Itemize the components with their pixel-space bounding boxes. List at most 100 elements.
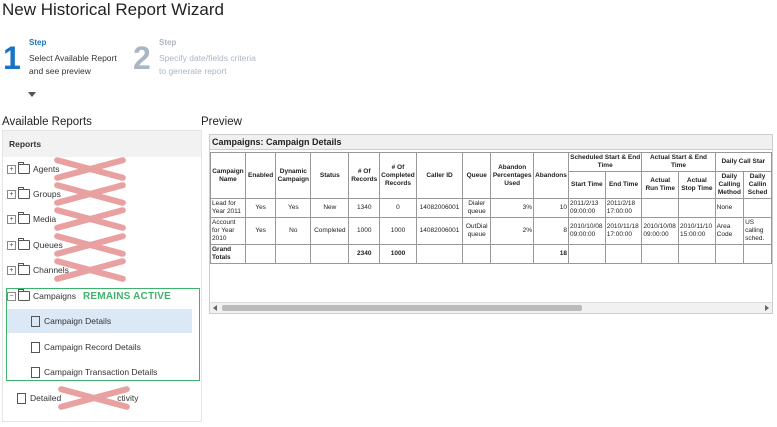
scroll-left-icon[interactable] bbox=[213, 305, 217, 311]
col-group-header: Scheduled Start & End Time bbox=[567, 152, 643, 172]
table-cell: 2010/10/08 09:00:00 bbox=[641, 217, 680, 245]
expand-icon[interactable]: + bbox=[7, 189, 16, 199]
table-cell: Dialer queue bbox=[462, 198, 492, 218]
strike-out-mark bbox=[51, 206, 129, 230]
chevron-down-icon[interactable] bbox=[28, 92, 36, 97]
document-icon bbox=[17, 392, 26, 404]
strike-out-mark bbox=[51, 232, 129, 256]
scrollbar-thumb[interactable] bbox=[222, 305, 582, 311]
col-header: Queue bbox=[462, 152, 492, 199]
col-header: Daily Calling Method bbox=[714, 171, 745, 199]
table-row: Lead for Year 2011 Yes Yes New 1340 0 14… bbox=[210, 198, 772, 218]
folder-icon bbox=[18, 212, 30, 224]
totals-label: Grand Totals bbox=[210, 244, 246, 264]
table-cell: 2010/11/18 17:00:00 bbox=[604, 217, 643, 245]
col-header: Actual Stop Time bbox=[678, 171, 716, 199]
table-cell: 2% bbox=[490, 217, 535, 245]
expand-icon[interactable]: + bbox=[7, 214, 16, 224]
scroll-right-icon[interactable] bbox=[765, 305, 769, 311]
strike-out-mark bbox=[51, 257, 129, 281]
col-header: Caller ID bbox=[415, 152, 464, 199]
totals-records: 2340 bbox=[348, 244, 381, 264]
remains-active-annotation: REMAINS ACTIVE bbox=[83, 291, 171, 302]
expand-icon[interactable]: + bbox=[7, 265, 16, 275]
available-reports-heading: Available Reports bbox=[2, 116, 92, 128]
step-1-number: 1 bbox=[3, 40, 21, 76]
table-cell: Yes bbox=[244, 217, 277, 245]
totals-row: Grand Totals 2340 1000 18 bbox=[210, 244, 772, 264]
col-header: Campaign Name bbox=[210, 152, 246, 199]
table-cell bbox=[714, 244, 745, 264]
step-2-number: 2 bbox=[133, 40, 151, 76]
col-header: Actual Run Time bbox=[641, 171, 680, 199]
table-cell bbox=[462, 244, 492, 264]
table-cell: 8 bbox=[533, 217, 569, 245]
table-cell bbox=[604, 244, 643, 264]
table-cell bbox=[415, 244, 464, 264]
table-cell: 0 bbox=[379, 198, 417, 218]
folder-icon bbox=[18, 263, 30, 275]
table-cell: Lead for Year 2011 bbox=[210, 198, 246, 218]
totals-abandons: 18 bbox=[533, 244, 569, 264]
col-group-header: Daily Call Star bbox=[714, 152, 772, 172]
folder-icon bbox=[18, 162, 30, 174]
table-cell: Account for Year 2010 bbox=[210, 217, 246, 245]
table-cell bbox=[641, 244, 680, 264]
table-cell: US calling sched. bbox=[743, 217, 772, 245]
table-cell: 14082006001 bbox=[415, 198, 464, 218]
table-cell: 2010/11/10 15:00:00 bbox=[678, 217, 716, 245]
totals-completed: 1000 bbox=[379, 244, 417, 264]
table-cell: 3% bbox=[490, 198, 535, 218]
table-cell: No bbox=[275, 217, 312, 245]
table-cell: Completed bbox=[310, 217, 350, 245]
col-header: Enabled bbox=[244, 152, 277, 199]
preview-table-title: Campaigns: Campaign Details bbox=[210, 135, 772, 150]
table-row: Account for Year 2010 Yes No Completed 1… bbox=[210, 217, 772, 245]
table-cell: 1000 bbox=[348, 217, 381, 245]
strike-out-mark bbox=[51, 181, 129, 205]
col-header: Abandons bbox=[533, 152, 569, 199]
col-header: Status bbox=[310, 152, 350, 199]
table-cell bbox=[310, 244, 350, 264]
preview-panel: Campaigns: Campaign Details Campaign Nam… bbox=[209, 134, 773, 314]
step-2-label: Step bbox=[159, 38, 177, 47]
table-cell: 2011/2/13 09:00:00 bbox=[567, 198, 606, 218]
horizontal-scrollbar[interactable] bbox=[210, 302, 772, 313]
step-1-label: Step bbox=[29, 38, 47, 47]
table-cell bbox=[743, 244, 772, 264]
table-cell: New bbox=[310, 198, 350, 218]
expand-icon[interactable]: + bbox=[7, 240, 16, 250]
step-2-description: Specify date/fields criteria to generate… bbox=[159, 53, 256, 76]
col-group-header: Actual Start & End Time bbox=[641, 152, 716, 172]
wizard-title: New Historical Report Wizard bbox=[2, 0, 224, 19]
table-cell: Area Code bbox=[714, 217, 745, 245]
table-cell bbox=[567, 244, 606, 264]
table-cell: 14082006001 bbox=[415, 217, 464, 245]
tree-node-media[interactable]: + Media bbox=[7, 212, 56, 226]
table-cell bbox=[275, 244, 312, 264]
table-cell bbox=[490, 244, 535, 264]
table-cell: Yes bbox=[244, 198, 277, 218]
strike-out-mark bbox=[55, 385, 133, 409]
col-header: Start Time bbox=[567, 171, 606, 199]
table-cell: Yes bbox=[275, 198, 312, 218]
table-cell bbox=[641, 198, 680, 218]
col-header: Dynamic Campaign bbox=[275, 152, 312, 199]
table-cell: 2011/2/18 17:00:00 bbox=[604, 198, 643, 218]
table-cell: 1340 bbox=[348, 198, 381, 218]
table-cell: 2010/10/08 09:00:00 bbox=[567, 217, 606, 245]
tree-header: Reports bbox=[3, 131, 201, 157]
table-cell bbox=[678, 244, 716, 264]
table-cell: 10 bbox=[533, 198, 569, 218]
col-header: End Time bbox=[604, 171, 643, 199]
table-cell bbox=[678, 198, 716, 218]
table-cell: None bbox=[714, 198, 745, 218]
col-header: # Of Records bbox=[348, 152, 381, 199]
col-header: # Of Completed Records bbox=[379, 152, 417, 199]
table-cell bbox=[743, 198, 772, 218]
folder-icon bbox=[18, 187, 30, 199]
col-header: Daily Callin Sched bbox=[743, 171, 772, 199]
col-header: Abandon Percentages Used bbox=[490, 152, 535, 199]
expand-icon[interactable]: + bbox=[7, 164, 16, 174]
folder-icon bbox=[18, 238, 30, 250]
